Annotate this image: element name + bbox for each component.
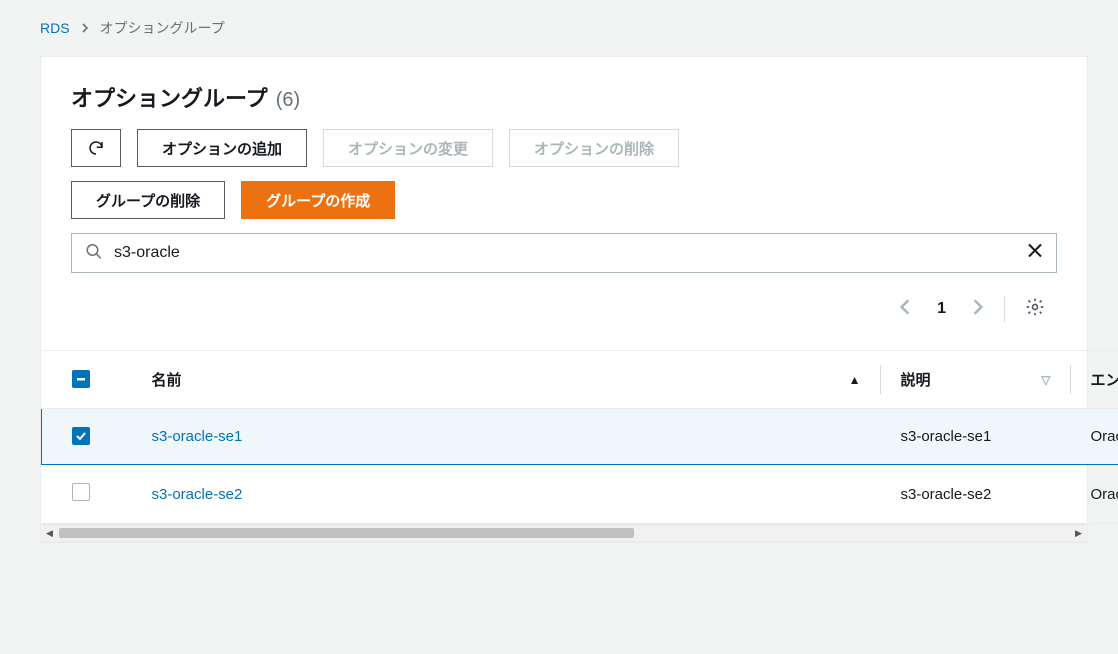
scrollbar-thumb[interactable] [59,528,634,538]
breadcrumb-current: オプショングループ [100,18,225,38]
chevron-left-icon [899,298,911,316]
sort-asc-icon: ▲ [849,373,861,387]
row-checkbox[interactable] [72,483,90,501]
toolbar-row2: グループの削除 グループの作成 [71,181,1057,219]
option-groups-table: 名前 ▲ 説明 ▽ エンジン [41,350,1118,524]
row-description: s3-oracle-se2 [881,465,1071,524]
breadcrumb-root-link[interactable]: RDS [40,20,70,36]
search-input[interactable] [71,233,1057,273]
breadcrumb: RDS オプショングループ [0,0,1118,46]
divider [1004,296,1005,322]
table-row[interactable]: s3-oracle-se2s3-oracle-se2Oracle Standar [42,465,1118,524]
table-container: 名前 ▲ 説明 ▽ エンジン [41,350,1118,524]
refresh-icon [87,139,105,157]
row-checkbox[interactable] [72,427,90,445]
chevron-right-icon [972,298,984,316]
row-engine: Oracle Standar [1071,409,1118,465]
create-group-button[interactable]: グループの作成 [241,181,395,219]
delete-option-button[interactable]: オプションの削除 [509,129,679,167]
search-row [71,233,1057,273]
scroll-left-icon: ◀ [41,525,58,542]
column-description-label: 説明 [901,369,931,390]
horizontal-scrollbar[interactable]: ◀ ▶ [41,524,1087,541]
prev-page-button[interactable] [891,292,919,325]
add-option-button[interactable]: オプションの追加 [137,129,307,167]
row-engine: Oracle Standar [1071,465,1118,524]
delete-group-button[interactable]: グループの削除 [71,181,225,219]
header-checkbox-cell [42,351,102,409]
option-groups-panel: オプショングループ (6) オプションの追加 オプションの変更 オプションの削除… [40,56,1088,542]
column-header-name[interactable]: 名前 ▲ [132,351,881,409]
next-page-button[interactable] [964,292,992,325]
search-icon [85,243,103,264]
page-number: 1 [931,300,952,318]
page-title: オプショングループ [71,81,268,113]
row-description: s3-oracle-se1 [881,409,1071,465]
settings-button[interactable] [1017,291,1053,326]
item-count: (6) [276,89,300,112]
row-name-link[interactable]: s3-oracle-se1 [152,428,243,445]
gear-icon [1025,297,1045,317]
chevron-right-icon [80,20,90,36]
select-all-checkbox[interactable] [72,370,90,388]
column-engine-label: エンジン [1091,369,1118,390]
modify-option-button[interactable]: オプションの変更 [323,129,493,167]
pagination: 1 [71,285,1057,336]
refresh-button[interactable] [71,129,121,167]
column-header-description[interactable]: 説明 ▽ [881,351,1071,409]
clear-search-icon[interactable] [1027,243,1043,264]
row-name-link[interactable]: s3-oracle-se2 [152,486,243,503]
toolbar: オプションの追加 オプションの変更 オプションの削除 [71,129,1057,167]
scroll-right-icon: ▶ [1070,525,1087,542]
table-row[interactable]: s3-oracle-se1s3-oracle-se1Oracle Standar [42,409,1118,465]
sort-icon: ▽ [1041,373,1050,387]
column-name-label: 名前 [152,369,182,390]
column-header-engine[interactable]: エンジン [1071,351,1118,409]
